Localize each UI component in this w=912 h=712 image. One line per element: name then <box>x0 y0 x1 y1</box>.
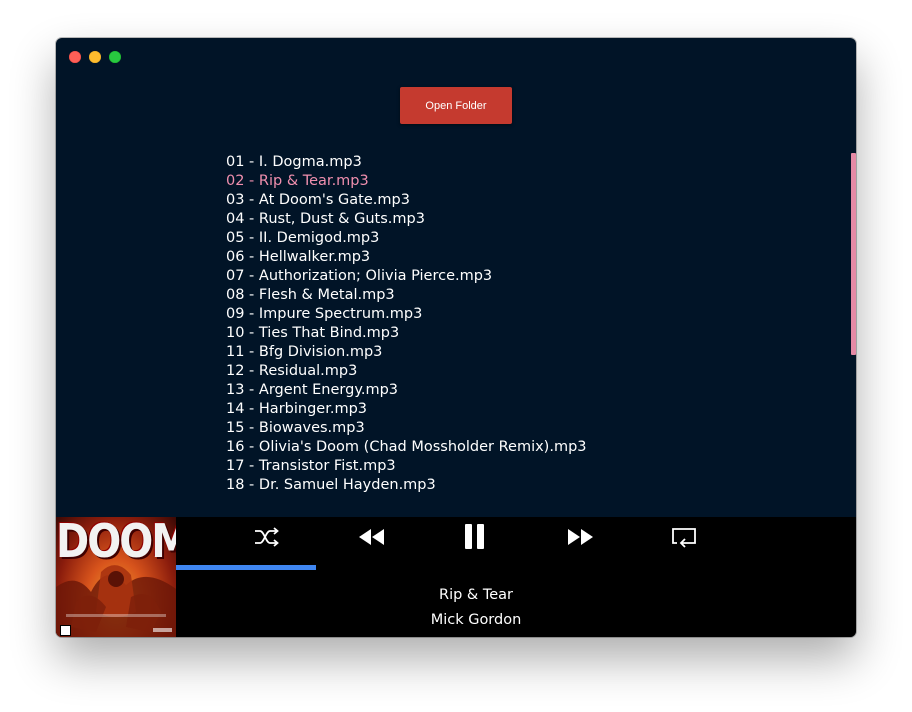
now-playing-artist: Mick Gordon <box>430 612 522 628</box>
shuffle-icon <box>255 527 279 547</box>
track-item[interactable]: 03 - At Doom's Gate.mp3 <box>226 191 587 210</box>
track-list: 01 - I. Dogma.mp3 02 - Rip & Tear.mp3 03 -… <box>226 153 587 495</box>
shuffle-button[interactable] <box>247 520 287 554</box>
track-item[interactable]: 10 - Ties That Bind.mp3 <box>226 324 587 343</box>
track-item[interactable]: 07 - Authorization; Olivia Pierce.mp3 <box>226 267 587 286</box>
previous-icon <box>359 529 384 545</box>
rating-badge <box>60 625 71 636</box>
pause-icon <box>465 524 484 549</box>
track-item[interactable]: 09 - Impure Spectrum.mp3 <box>226 305 587 324</box>
track-item[interactable]: 13 - Argent Energy.mp3 <box>226 381 587 400</box>
track-item[interactable]: 12 - Residual.mp3 <box>226 362 587 381</box>
previous-button[interactable] <box>352 520 392 554</box>
app-window: Open Folder 01 - I. Dogma.mp3 02 - Rip & … <box>56 38 856 637</box>
track-item[interactable]: 06 - Hellwalker.mp3 <box>226 248 587 267</box>
minimize-window-button[interactable] <box>89 51 101 63</box>
track-item[interactable]: 02 - Rip & Tear.mp3 <box>226 172 587 191</box>
track-item[interactable]: 11 - Bfg Division.mp3 <box>226 343 587 362</box>
track-item[interactable]: 08 - Flesh & Metal.mp3 <box>226 286 587 305</box>
album-art: DOOM <box>56 517 176 637</box>
repeat-icon <box>672 528 696 548</box>
track-item[interactable]: 15 - Biowaves.mp3 <box>226 419 587 438</box>
scrollbar-thumb[interactable] <box>851 153 856 355</box>
track-item[interactable]: 17 - Transistor Fist.mp3 <box>226 457 587 476</box>
now-playing-title: Rip & Tear <box>439 587 513 603</box>
track-item[interactable]: 01 - I. Dogma.mp3 <box>226 153 587 172</box>
close-window-button[interactable] <box>69 51 81 63</box>
player-bar: DOOM Rip & Tear Mick Gordon <box>56 517 856 637</box>
track-item[interactable]: 18 - Dr. Samuel Hayden.mp3 <box>226 476 587 495</box>
publisher-logo <box>153 628 172 632</box>
pause-button[interactable] <box>455 520 495 554</box>
repeat-button[interactable] <box>664 520 704 554</box>
track-item[interactable]: 05 - II. Demigod.mp3 <box>226 229 587 248</box>
album-art-subtitle-mark <box>66 614 166 617</box>
progress-bar[interactable] <box>176 565 856 570</box>
track-item[interactable]: 16 - Olivia's Doom (Chad Mossholder Remi… <box>226 438 587 457</box>
album-art-logo: DOOM <box>56 517 176 569</box>
progress-fill <box>176 565 317 570</box>
title-bar <box>56 38 856 74</box>
next-icon <box>568 529 593 545</box>
next-button[interactable] <box>560 520 600 554</box>
maximize-window-button[interactable] <box>109 51 121 63</box>
track-item[interactable]: 04 - Rust, Dust & Guts.mp3 <box>226 210 587 229</box>
track-item[interactable]: 14 - Harbinger.mp3 <box>226 400 587 419</box>
open-folder-button[interactable]: Open Folder <box>400 87 512 124</box>
